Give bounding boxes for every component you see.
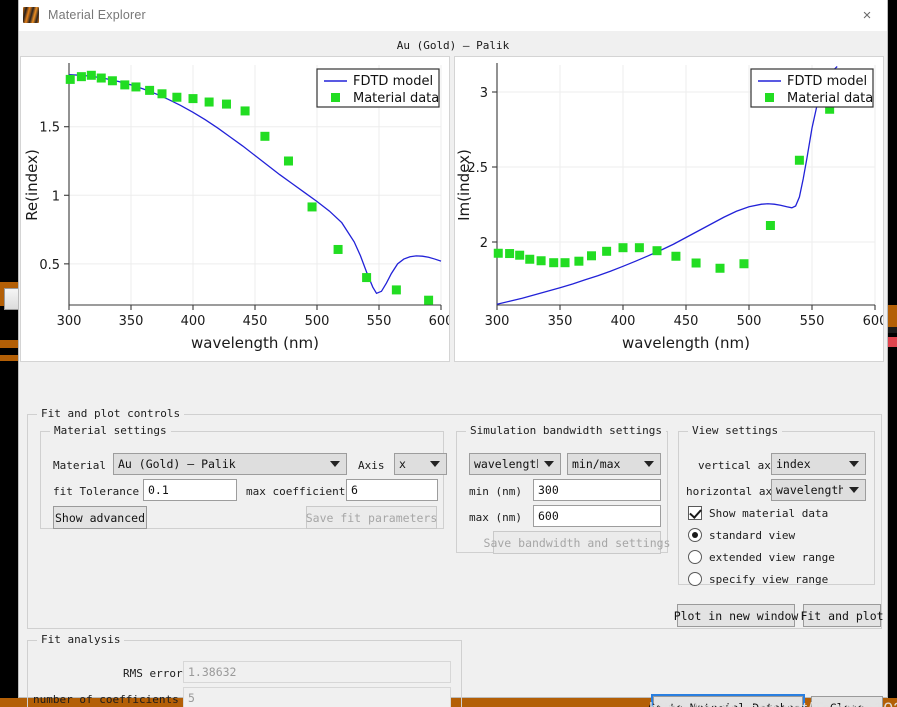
fit-analysis-title: Fit analysis <box>37 633 125 646</box>
svg-text:550: 550 <box>367 314 392 329</box>
svg-text:550: 550 <box>800 314 825 329</box>
svg-text:wavelength (nm): wavelength (nm) <box>622 334 750 352</box>
svg-text:500: 500 <box>305 314 330 329</box>
fit-and-plot-controls-title: Fit and plot controls <box>37 407 185 420</box>
bandwidth-quantity-value: wavelength <box>474 457 538 471</box>
svg-text:600: 600 <box>863 314 883 329</box>
vertical-axis-select[interactable]: index <box>771 453 866 475</box>
max-coefficients-input[interactable]: 6 <box>346 479 438 501</box>
bandwidth-max-input[interactable]: 600 <box>533 505 661 527</box>
save-fit-parameters-button: Save fit parameters <box>306 506 437 529</box>
svg-text:500: 500 <box>737 314 762 329</box>
fit-tolerance-input[interactable]: 0.1 <box>143 479 237 501</box>
svg-text:Im(index): Im(index) <box>455 149 473 221</box>
number-of-coefficients-value: 5 <box>183 687 451 707</box>
simulation-bandwidth-settings-title: Simulation bandwidth settings <box>466 424 667 437</box>
vertical-axis-value: index <box>776 457 811 471</box>
chevron-down-icon <box>330 461 340 467</box>
svg-text:wavelength (nm): wavelength (nm) <box>191 334 319 352</box>
rms-error-label: RMS error <box>123 667 183 680</box>
bandwidth-min-label: min (nm) <box>469 485 522 498</box>
svg-text:400: 400 <box>611 314 636 329</box>
svg-text:300: 300 <box>485 314 510 329</box>
radio-specify-view-range-label: specify view range <box>709 572 829 586</box>
material-explorer-window: Material Explorer × Au (Gold) – Palik 30… <box>18 0 897 707</box>
svg-text:3: 3 <box>480 86 488 101</box>
svg-text:600: 600 <box>429 314 449 329</box>
axis-select[interactable]: x <box>394 453 447 475</box>
fit-and-plot-controls-group: Fit and plot controls Material settings … <box>27 407 884 629</box>
close-button[interactable]: Close <box>811 696 883 707</box>
svg-text:Re(index): Re(index) <box>23 149 41 221</box>
material-chart-title: Au (Gold) – Palik <box>396 39 510 52</box>
radio-specify-view-range[interactable]: specify view range <box>688 572 828 586</box>
plot-in-new-window-button[interactable]: Plot in new window <box>674 604 798 627</box>
plots-container: 300 350 400 450 500 550 600 0.5 1 1.5 wavelength (… <box>19 52 887 362</box>
svg-text:Material data: Material data <box>787 91 873 106</box>
number-of-coefficients-label: number of coefficients <box>33 693 179 706</box>
max-coefficients-label: max coefficients <box>246 485 352 498</box>
window-titlebar: Material Explorer × <box>19 0 887 31</box>
window-title: Material Explorer <box>48 8 146 22</box>
show-material-data-checkbox[interactable]: Show material data <box>688 506 828 520</box>
app-logo-icon <box>23 7 39 23</box>
fit-tolerance-label: fit Tolerance <box>53 485 140 498</box>
bandwidth-mode-value: min/max <box>572 457 621 471</box>
bandwidth-max-label: max (nm) <box>469 511 522 524</box>
show-advanced-button[interactable]: Show advanced <box>53 506 147 529</box>
view-settings-group: View settings vertical axis index horizo… <box>678 424 875 586</box>
horizontal-axis-value: wavelength <box>776 483 843 497</box>
axis-label: Axis <box>358 459 385 472</box>
svg-text:FDTD model: FDTD model <box>787 74 867 89</box>
svg-text:1.5: 1.5 <box>39 121 60 136</box>
chevron-down-icon <box>849 487 859 493</box>
radio-standard-view[interactable]: standard view <box>688 528 795 542</box>
svg-text:1: 1 <box>52 189 60 204</box>
show-material-data-label: Show material data <box>709 506 829 520</box>
bandwidth-min-input[interactable]: 300 <box>533 479 661 501</box>
bandwidth-quantity-select[interactable]: wavelength <box>469 453 561 475</box>
chevron-down-icon <box>849 461 859 467</box>
chevron-down-icon <box>430 461 440 467</box>
svg-text:450: 450 <box>243 314 268 329</box>
radio-extended-view-range[interactable]: extended view range <box>688 550 835 564</box>
svg-text:0.5: 0.5 <box>39 258 60 273</box>
svg-text:450: 450 <box>674 314 699 329</box>
save-bandwidth-and-settings-button: Save bandwidth and settings <box>484 531 670 554</box>
bandwidth-mode-select[interactable]: min/max <box>567 453 661 475</box>
horizontal-axis-select[interactable]: wavelength <box>771 479 866 501</box>
radio-icon <box>688 528 702 542</box>
svg-text:Material data: Material data <box>353 91 439 106</box>
plot-re-index[interactable]: 300 350 400 450 500 550 600 0.5 1 1.5 wavelength (… <box>20 56 450 362</box>
plot-im-index[interactable]: 30035040045050055060022.53wavelength (nm… <box>454 56 884 362</box>
checkbox-icon <box>688 506 702 520</box>
axis-select-value: x <box>399 457 406 471</box>
svg-text:350: 350 <box>119 314 144 329</box>
svg-text:FDTD model: FDTD model <box>353 74 433 89</box>
chevron-down-icon <box>544 461 554 467</box>
go-to-material-database-button[interactable]: Go to Material Database <box>648 694 808 707</box>
radio-extended-view-range-label: extended view range <box>709 550 835 564</box>
svg-text:300: 300 <box>57 314 82 329</box>
fit-and-plot-button[interactable]: Fit and plot <box>800 604 884 627</box>
view-settings-title: View settings <box>688 424 783 437</box>
simulation-bandwidth-settings-group: Simulation bandwidth settings wavelength… <box>456 424 670 554</box>
svg-text:350: 350 <box>548 314 573 329</box>
chevron-down-icon <box>644 461 654 467</box>
svg-text:400: 400 <box>181 314 206 329</box>
material-select-value: Au (Gold) – Palik <box>118 457 236 471</box>
window-close-icon[interactable]: × <box>847 0 887 31</box>
window-client-area: Au (Gold) – Palik 300 350 400 450 500 550 600 0… <box>19 31 897 707</box>
svg-text:2: 2 <box>480 236 488 251</box>
material-settings-title: Material settings <box>50 424 171 437</box>
rms-error-value: 1.38632 <box>183 661 451 683</box>
material-select[interactable]: Au (Gold) – Palik <box>113 453 347 475</box>
material-settings-group: Material settings Material Au (Gold) – P… <box>40 424 447 529</box>
fit-analysis-group: Fit analysis RMS error 1.38632 number of… <box>27 633 462 707</box>
material-label: Material <box>53 459 106 472</box>
radio-icon <box>688 572 702 586</box>
radio-standard-view-label: standard view <box>709 528 796 542</box>
radio-icon <box>688 550 702 564</box>
